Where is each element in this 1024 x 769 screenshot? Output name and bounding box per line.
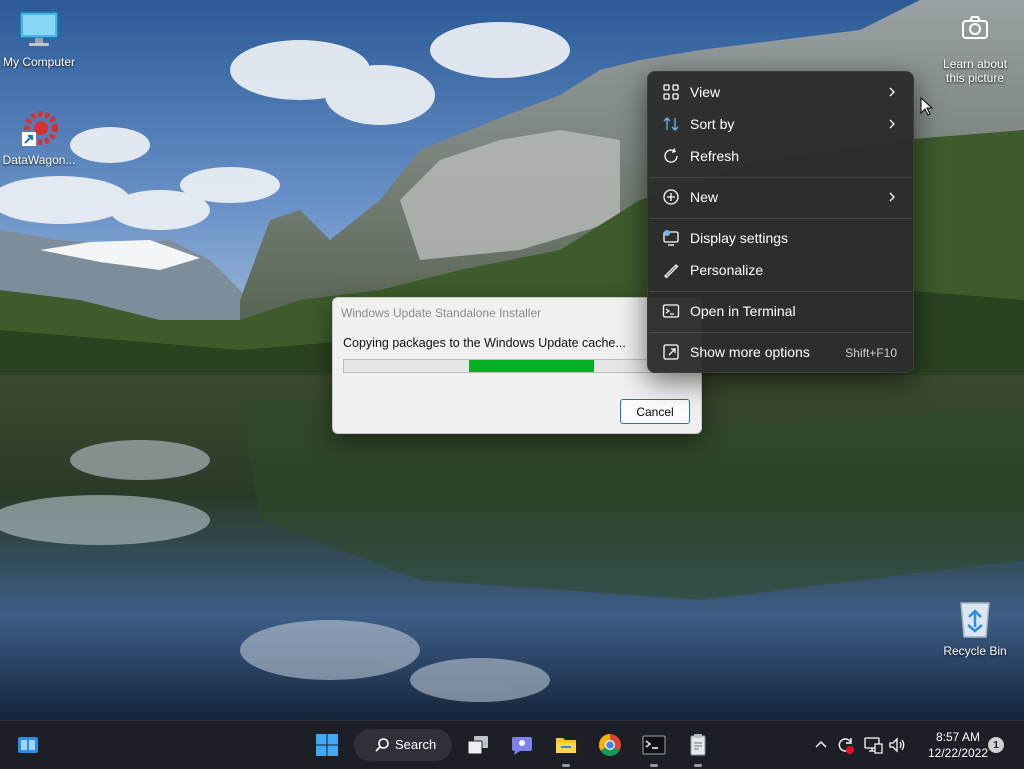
mouse-pointer-icon	[920, 97, 934, 116]
clock-time: 8:57 AM	[935, 730, 981, 744]
installer-app-button[interactable]	[682, 729, 714, 767]
task-view-icon	[467, 736, 488, 755]
network-icon[interactable]	[863, 735, 883, 755]
cancel-button[interactable]: Cancel	[620, 399, 690, 424]
show-hidden-icons-icon[interactable]	[811, 735, 831, 755]
display-settings-icon	[663, 230, 679, 246]
monitor-icon	[19, 11, 59, 46]
menu-item-label: New	[690, 189, 719, 205]
desktop-icon-my-computer[interactable]: My Computer	[0, 10, 81, 69]
taskbar: Search 8:57 AM 12/22/2022 1	[0, 720, 1024, 769]
desktop[interactable]: My Computer DataWagon... Recycle Bin Lea…	[0, 0, 1024, 720]
chat-button[interactable]	[506, 729, 538, 761]
file-explorer-button[interactable]	[550, 729, 582, 767]
running-indicator	[694, 764, 702, 767]
menu-item-new[interactable]: New	[652, 182, 909, 212]
desktop-icon-label: Recycle Bin	[943, 644, 1007, 658]
clock[interactable]: 8:57 AM 12/22/2022	[918, 729, 998, 761]
menu-item-label: Refresh	[690, 148, 740, 164]
start-button[interactable]	[311, 729, 343, 761]
menu-item-label: Personalize	[690, 262, 764, 278]
menu-item-open-in-terminal[interactable]: Open in Terminal	[652, 296, 909, 326]
notification-badge[interactable]: 1	[988, 737, 1004, 753]
menu-separator	[649, 291, 912, 292]
desktop-icon-label: DataWagon...	[2, 153, 76, 167]
volume-icon[interactable]	[887, 735, 907, 755]
menu-separator	[649, 332, 912, 333]
terminal-app-button[interactable]	[638, 729, 670, 767]
new-icon	[663, 189, 679, 205]
task-view-button[interactable]	[462, 729, 494, 761]
camera-icon	[962, 16, 988, 39]
chrome-button[interactable]	[594, 729, 626, 761]
desktop-icon-datawagon[interactable]: DataWagon...	[0, 108, 81, 167]
search-label: Search	[395, 737, 437, 752]
dialog-message: Copying packages to the Windows Update c…	[343, 336, 626, 350]
menu-separator	[649, 177, 912, 178]
menu-item-refresh[interactable]: Refresh	[652, 141, 909, 171]
chevron-right-icon	[889, 87, 895, 97]
menu-item-label: Display settings	[690, 230, 789, 246]
update-icon[interactable]	[836, 735, 856, 755]
running-indicator	[562, 764, 570, 767]
clock-date: 12/22/2022	[927, 746, 989, 760]
chevron-right-icon	[889, 192, 895, 202]
spotlight-line2: this picture	[945, 71, 1005, 85]
menu-item-personalize[interactable]: Personalize	[652, 255, 909, 285]
widgets-icon	[18, 737, 38, 753]
terminal-app-icon	[642, 735, 666, 755]
sort-icon	[663, 117, 679, 131]
menu-item-label: Show more options	[690, 344, 810, 360]
running-indicator	[650, 764, 658, 767]
progress-bar	[343, 359, 691, 373]
chat-icon	[512, 737, 532, 755]
chrome-icon	[599, 734, 621, 756]
chevron-right-icon	[889, 119, 895, 129]
desktop-icon-label: My Computer	[2, 55, 76, 69]
personalize-icon	[664, 264, 679, 279]
menu-item-show-more-options[interactable]: Show more options Shift+F10	[652, 337, 909, 367]
widgets-button[interactable]	[12, 729, 44, 761]
start-icon	[316, 734, 338, 756]
dialog-title: Windows Update Standalone Installer	[341, 306, 542, 320]
search-icon	[375, 738, 389, 752]
terminal-icon	[662, 304, 680, 318]
menu-item-label: Open in Terminal	[690, 303, 796, 319]
menu-item-display-settings[interactable]: Display settings	[652, 223, 909, 253]
installer-icon	[690, 734, 706, 756]
more-options-icon	[663, 344, 679, 360]
taskbar-search[interactable]: Search	[354, 729, 452, 761]
menu-separator	[649, 218, 912, 219]
view-icon	[663, 84, 679, 100]
desktop-context-menu: View Sort by Refresh New Display setting…	[647, 71, 914, 373]
learn-about-picture[interactable]: Learn about this picture	[933, 14, 1017, 85]
menu-item-view[interactable]: View	[652, 77, 909, 107]
spotlight-line1: Learn about	[942, 57, 1008, 71]
menu-item-shortcut: Shift+F10	[845, 346, 897, 360]
menu-item-label: Sort by	[690, 116, 735, 132]
menu-item-sort-by[interactable]: Sort by	[652, 109, 909, 139]
progress-bar-fill	[469, 360, 594, 372]
menu-item-label: View	[690, 84, 721, 100]
desktop-icon-recycle-bin[interactable]: Recycle Bin	[933, 597, 1017, 658]
file-explorer-icon	[556, 738, 576, 753]
refresh-icon	[664, 148, 678, 163]
gear-shortcut-icon	[22, 111, 58, 146]
recycle-bin-icon	[960, 602, 990, 638]
